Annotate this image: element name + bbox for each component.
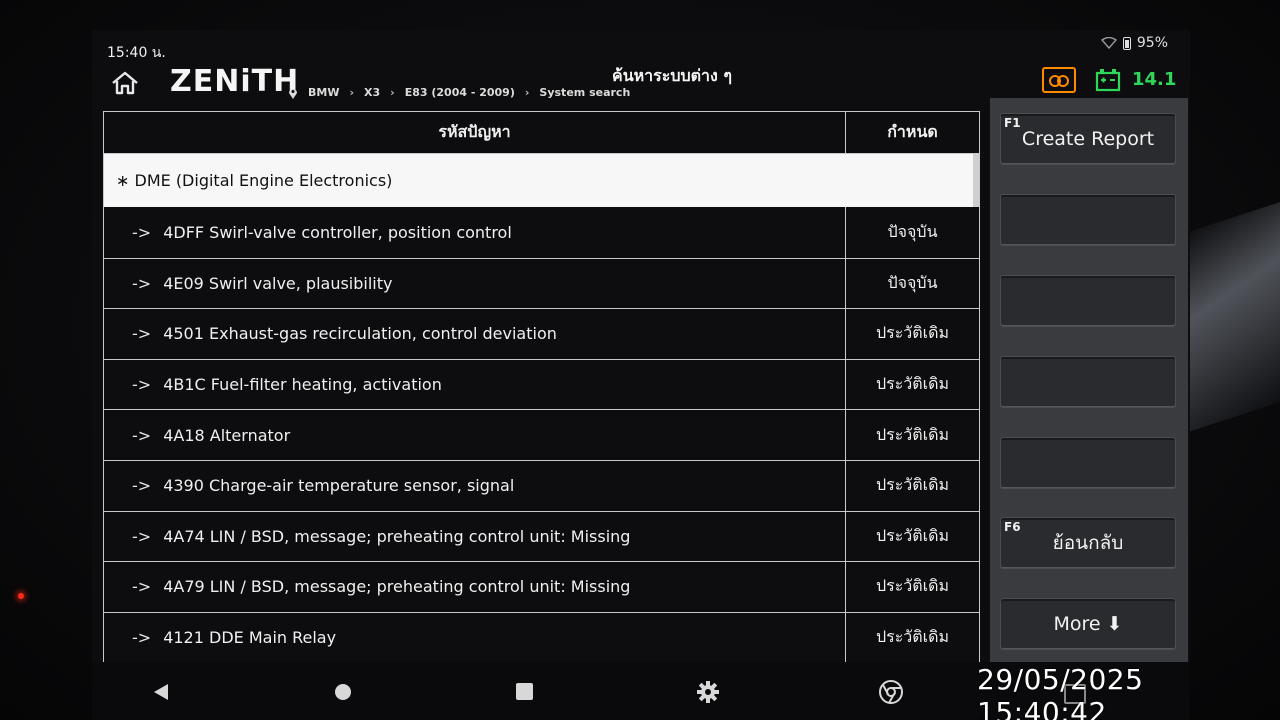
fault-status-cell: ปัจจุบัน: [887, 221, 938, 241]
breadcrumb-chassis[interactable]: E83 (2004 - 2009): [405, 86, 515, 99]
fault-status-cell: ประวัติเดิม: [875, 424, 950, 444]
row-arrow: ->: [132, 526, 152, 546]
table-row[interactable]: -> 4B1C Fuel-filter heating, activation ปร…: [104, 358, 979, 410]
app-header: ZENiTH ค้นหาระบบต่าง ๆ BMW › X3 › E83 (2…: [92, 64, 1190, 102]
empty-function-button-2[interactable]: [1000, 194, 1176, 246]
fault-status-cell: ประวัติเดิม: [875, 323, 950, 343]
fault-code-cell: -> 4E09 Swirl valve, plausibility: [104, 258, 846, 309]
fault-status-cell: ประวัติเดิม: [875, 576, 950, 596]
fault-code-text: 4E09 Swirl valve, plausibility: [163, 273, 393, 293]
row-arrow: ->: [132, 273, 152, 293]
row-arrow: ->: [132, 476, 152, 496]
group-row-dme[interactable]: ∗ DME (Digital Engine Electronics): [104, 154, 979, 207]
status-indicators: 95%: [1100, 35, 1168, 51]
row-arrow: ->: [132, 375, 152, 395]
fault-code-cell: -> 4A74 LIN / BSD, message; preheating co…: [104, 511, 846, 562]
table-row[interactable]: -> 4501 Exhaust-gas recirculation, contro…: [104, 308, 979, 359]
fault-status-cell: ประวัติเดิม: [875, 475, 950, 495]
red-indicator-light: [18, 593, 24, 599]
chevron-right-icon: ›: [390, 86, 395, 99]
fault-code-cell: -> 4501 Exhaust-gas recirculation, contro…: [104, 309, 846, 359]
more-button[interactable]: More ⬇: [1000, 598, 1176, 650]
row-arrow: ->: [132, 628, 152, 648]
back-label: ย้อนกลับ: [1052, 532, 1124, 554]
fault-code-text: 4A79 LIN / BSD, message; preheating cont…: [163, 577, 631, 597]
empty-function-button-3[interactable]: [1000, 275, 1176, 327]
f1-key-label: F1: [1004, 116, 1021, 130]
fault-code-cell: -> 4A18 Alternator: [104, 410, 846, 460]
location-pin-icon: [289, 88, 297, 99]
column-header-code: รหัสปัญหา: [104, 112, 846, 153]
breadcrumb-model[interactable]: X3: [364, 86, 380, 99]
row-arrow: ->: [132, 425, 152, 445]
fault-code-text: 4A18 Alternator: [163, 425, 291, 445]
function-key-panel: F1 Create Report F6 ย้อนกลับ More ⬇: [990, 98, 1188, 663]
nav-back-icon[interactable]: [154, 684, 168, 700]
table-header: รหัสปัญหา กำหนด: [104, 112, 979, 154]
empty-function-button-4[interactable]: [1000, 356, 1176, 408]
nav-home-icon[interactable]: [335, 684, 351, 700]
fault-code-text: 4B1C Fuel-filter heating, activation: [163, 375, 442, 395]
fault-code-text: 4DFF Swirl-valve controller, position co…: [163, 222, 512, 242]
breadcrumb: BMW › X3 › E83 (2004 - 2009) › System se…: [288, 86, 630, 99]
breadcrumb-make[interactable]: BMW: [308, 86, 339, 99]
fault-code-cell: -> 4121 DDE Main Relay: [104, 612, 846, 662]
fault-status-cell: ประวัติเดิม: [875, 374, 950, 394]
chevron-right-icon: ›: [349, 86, 355, 99]
fault-status-cell: ประวัติเดิม: [875, 627, 950, 647]
zenith-logo: ZENiTH: [170, 64, 300, 99]
empty-function-button-5[interactable]: [1000, 437, 1176, 489]
recorder-icon[interactable]: [1042, 67, 1076, 93]
table-row[interactable]: -> 4DFF Swirl-valve controller, position …: [104, 207, 979, 258]
battery-level: 95%: [1136, 35, 1168, 51]
home-icon[interactable]: [110, 70, 140, 96]
fault-code-table: รหัสปัญหา กำหนด ∗ DME (Digital Engine El…: [103, 111, 980, 663]
nav-recent-apps-icon[interactable]: [516, 683, 533, 700]
fault-code-text: 4501 Exhaust-gas recirculation, control …: [163, 324, 557, 344]
table-row[interactable]: -> 4A18 Alternator ประวัติเดิม: [104, 409, 979, 460]
status-time: 15:40 น.: [107, 45, 166, 61]
table-row[interactable]: -> 4121 DDE Main Relay ประวัติเดิม: [104, 611, 979, 662]
row-arrow: ->: [132, 324, 152, 344]
table-row[interactable]: -> 4390 Charge-air temperature sensor, si…: [104, 459, 979, 511]
f6-key-label: F6: [1004, 520, 1021, 534]
fault-code-text: 4390 Charge-air temperature sensor, sign…: [163, 476, 515, 496]
chrome-browser-icon[interactable]: [879, 680, 903, 704]
battery-voltage: 14.1: [1132, 69, 1177, 90]
back-button[interactable]: F6 ย้อนกลับ: [1000, 517, 1176, 569]
fault-code-text: 4A74 LIN / BSD, message; preheating cont…: [163, 526, 631, 546]
row-arrow: ->: [132, 222, 152, 242]
column-header-status: กำหนด: [887, 122, 938, 141]
table-row[interactable]: -> 4A79 LIN / BSD, message; preheating co…: [104, 561, 979, 612]
row-arrow: ->: [132, 577, 152, 597]
table-row[interactable]: -> 4A74 LIN / BSD, message; preheating co…: [104, 510, 979, 562]
create-report-label: Create Report: [1021, 128, 1155, 150]
chevron-right-icon: ›: [524, 86, 530, 99]
fault-status-cell: ประวัติเดิม: [875, 525, 950, 545]
fault-code-cell: -> 4A79 LIN / BSD, message; preheating co…: [104, 562, 846, 612]
settings-gear-icon[interactable]: [696, 680, 720, 704]
more-label: More ⬇: [1053, 613, 1123, 635]
table-row[interactable]: -> 4E09 Swirl valve, plausibility ปัจจุบัน: [104, 257, 979, 309]
breadcrumb-current: System search: [539, 86, 631, 99]
tablet-screen: 15:40 น. 95% ZENiTH ค้นหาระบบต่าง ๆ BMW …: [92, 30, 1190, 720]
photo-timestamp: 29/05/2025 15:40:42: [977, 663, 1144, 720]
fault-code-text: 4121 DDE Main Relay: [163, 628, 337, 648]
fault-status-cell: ปัจจุบัน: [887, 272, 938, 292]
fault-code-cell: -> 4DFF Swirl-valve controller, position …: [104, 207, 846, 258]
wifi-icon: [1100, 37, 1117, 49]
battery-icon: [1122, 36, 1131, 50]
fault-code-cell: -> 4390 Charge-air temperature sensor, si…: [104, 460, 846, 511]
create-report-button[interactable]: F1 Create Report: [1000, 113, 1176, 165]
fault-code-cell: -> 4B1C Fuel-filter heating, activation: [104, 359, 846, 410]
car-battery-icon: [1095, 69, 1121, 92]
